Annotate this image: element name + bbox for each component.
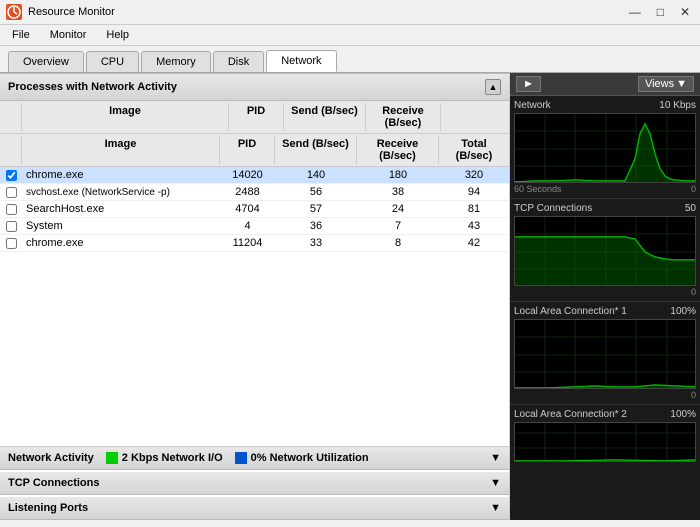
graph-network-title: Network	[514, 100, 551, 111]
network-util-indicator: 0% Network Utilization	[235, 452, 369, 464]
processes-collapse-btn[interactable]: ▲	[485, 79, 501, 95]
network-activity-header[interactable]: Network Activity 2 Kbps Network I/O 0% N…	[0, 447, 509, 470]
col-pid[interactable]: PID	[229, 103, 284, 131]
listening-ports-section[interactable]: Listening Ports ▼	[0, 497, 509, 520]
tab-overview[interactable]: Overview	[8, 51, 84, 72]
title-bar: Resource Monitor — □ ✕	[0, 0, 700, 25]
table-row[interactable]: chrome.exe 11204 33 8 42	[0, 235, 509, 252]
tab-network[interactable]: Network	[266, 50, 336, 72]
graph-lan1-title: Local Area Connection* 1	[514, 306, 627, 317]
graph-lan2: Local Area Connection* 2 100%	[510, 405, 700, 466]
network-util-label: 0% Network Utilization	[251, 452, 369, 464]
table-row[interactable]: chrome.exe 14020 140 180 320	[0, 167, 509, 184]
graph-tcp-title: TCP Connections	[514, 203, 592, 214]
close-button[interactable]: ✕	[676, 5, 694, 19]
graph-tcp-value: 50	[685, 203, 696, 214]
menu-monitor[interactable]: Monitor	[46, 27, 91, 43]
tcp-connections-title: TCP Connections	[8, 477, 99, 489]
graph-network: Network 10 Kbps	[510, 96, 700, 199]
network-activity-collapse-btn[interactable]: ▼	[490, 452, 501, 464]
tabs-bar: Overview CPU Memory Disk Network	[0, 46, 700, 73]
graph-network-svg	[515, 114, 696, 183]
table-header: Image PID Send (B/sec) Receive (B/sec) T…	[0, 101, 509, 134]
graph-lan2-value: 100%	[670, 409, 696, 420]
col-checkbox	[0, 103, 22, 131]
network-io-indicator: 2 Kbps Network I/O	[106, 452, 223, 464]
graph-network-container	[514, 113, 696, 183]
graph-lan1-value: 100%	[670, 306, 696, 317]
graph-network-value: 10 Kbps	[659, 100, 696, 111]
network-io-label: 2 Kbps Network I/O	[122, 452, 223, 464]
app-title: Resource Monitor	[28, 6, 115, 18]
graph-lan1: Local Area Connection* 1 100%	[510, 302, 700, 405]
graph-network-bottom-right: 0	[691, 184, 696, 194]
listening-ports-title: Listening Ports	[8, 502, 88, 514]
tab-cpu[interactable]: CPU	[86, 51, 139, 72]
processes-section-header[interactable]: Processes with Network Activity ▲	[0, 73, 509, 101]
blue-indicator-icon	[235, 452, 247, 464]
green-indicator-icon	[106, 452, 118, 464]
network-activity-section: Network Activity 2 Kbps Network I/O 0% N…	[0, 446, 509, 470]
graph-tcp: TCP Connections 50	[510, 199, 700, 302]
table-row[interactable]: System 4 36 7 43	[0, 218, 509, 235]
col-receive[interactable]: Receive (B/sec)	[366, 103, 441, 131]
graph-lan1-container	[514, 319, 696, 389]
tab-memory[interactable]: Memory	[141, 51, 211, 72]
col-send[interactable]: Send (B/sec)	[284, 103, 366, 131]
network-activity-title: Network Activity	[8, 452, 94, 464]
table-row[interactable]: SearchHost.exe 4704 57 24 81	[0, 201, 509, 218]
maximize-button[interactable]: □	[653, 5, 668, 19]
right-panel: ► Views ▼ Network 10 Kbps	[510, 73, 700, 520]
views-button[interactable]: Views ▼	[638, 76, 694, 92]
table-row[interactable]: svchost.exe (NetworkService -p) 2488 56 …	[0, 184, 509, 201]
processes-section-title: Processes with Network Activity	[8, 81, 177, 93]
graph-tcp-bottom-right: 0	[691, 287, 696, 297]
listening-collapse-btn[interactable]: ▼	[490, 502, 501, 514]
graph-lan2-title: Local Area Connection* 2	[514, 409, 627, 420]
table-header-row: Image PID Send (B/sec) Receive (B/sec) T…	[0, 134, 509, 167]
right-header: ► Views ▼	[510, 73, 700, 96]
tcp-collapse-btn[interactable]: ▼	[490, 477, 501, 489]
graph-lan1-svg	[515, 320, 696, 389]
graph-tcp-container	[514, 216, 696, 286]
app-icon	[6, 4, 22, 20]
nav-back-button[interactable]: ►	[516, 76, 541, 92]
graph-lan1-bottom-right: 0	[691, 390, 696, 400]
left-panel: Processes with Network Activity ▲ Image …	[0, 73, 510, 520]
tab-disk[interactable]: Disk	[213, 51, 264, 72]
graph-lan2-svg	[515, 423, 696, 462]
menu-help[interactable]: Help	[102, 27, 133, 43]
col-image[interactable]: Image	[22, 103, 229, 131]
menu-file[interactable]: File	[8, 27, 34, 43]
graph-network-bottom-left: 60 Seconds	[514, 184, 562, 194]
graph-tcp-svg	[515, 217, 696, 286]
processes-table: Image PID Send (B/sec) Receive (B/sec) T…	[0, 101, 509, 446]
menu-bar: File Monitor Help	[0, 25, 700, 46]
tcp-connections-section[interactable]: TCP Connections ▼	[0, 472, 509, 495]
main-content: Processes with Network Activity ▲ Image …	[0, 73, 700, 520]
window-controls: — □ ✕	[625, 5, 694, 19]
graph-lan2-container	[514, 422, 696, 462]
minimize-button[interactable]: —	[625, 5, 645, 19]
